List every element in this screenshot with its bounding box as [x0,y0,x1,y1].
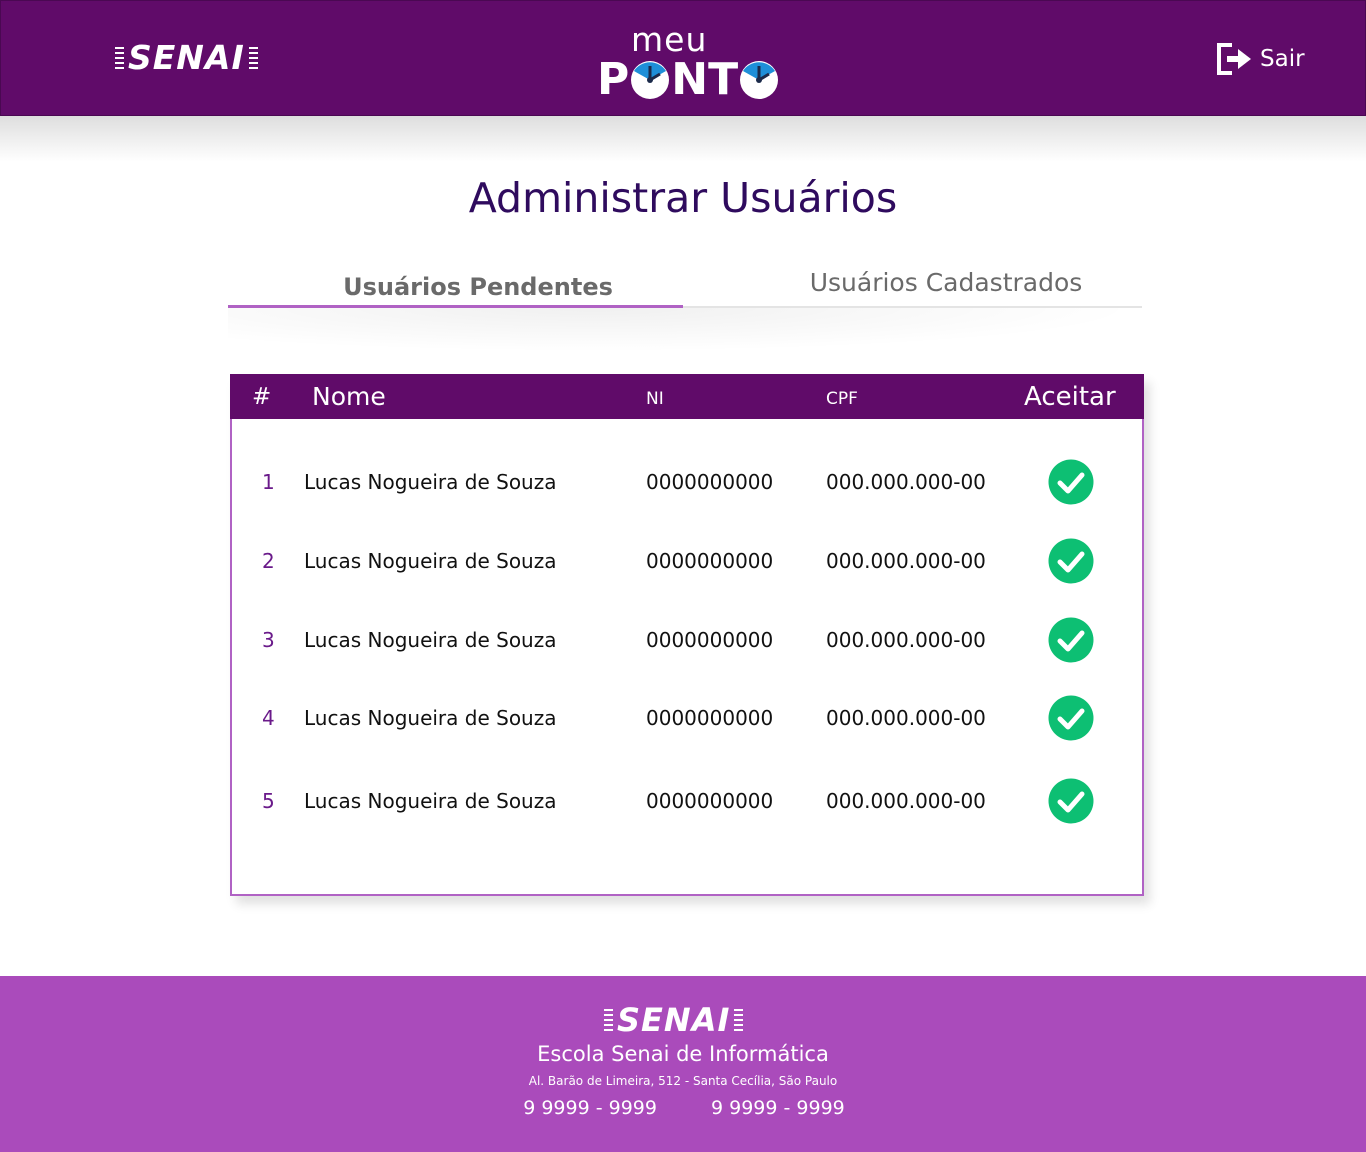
page-title: Administrar Usuários [468,174,898,222]
row-ni: 0000000000 [646,789,774,813]
table-header: # Nome NI CPF Aceitar [230,374,1144,419]
logo-meu-text: meu [631,20,708,59]
top-header: SENAI meu P NT Sair [0,0,1366,116]
tab-registered-users[interactable]: Usuários Cadastrados [748,258,1144,306]
logo-ponto-wordmark: P NT [597,57,780,103]
senai-logo-lines-right [734,1009,744,1031]
row-ni: 0000000000 [646,549,774,573]
senai-logo-lines-right [248,46,258,69]
column-header-aceitar: Aceitar [1024,381,1116,412]
clock-icon [740,61,779,99]
row-nome: Lucas Nogueira de Souza [304,470,557,494]
row-cpf: 000.000.000-00 [826,706,986,730]
row-index: 5 [262,789,275,813]
table-row: 3 Lucas Nogueira de Souza 0000000000 000… [232,610,1142,670]
footer-senai-logo-text: SENAI [617,1001,731,1039]
check-circle-icon [1048,459,1094,505]
logout-icon [1217,43,1251,75]
accept-user-button[interactable] [1048,538,1094,584]
table-row: 4 Lucas Nogueira de Souza 0000000000 000… [232,688,1142,748]
logo-letters-nt: NT [671,54,739,105]
row-nome: Lucas Nogueira de Souza [304,706,557,730]
logo-letter-p: P [597,54,630,105]
row-cpf: 000.000.000-00 [826,549,986,573]
tabs-shadow [228,308,1142,352]
senai-logo-lines-left [115,46,124,69]
footer-phone: 9 9999 - 9999 [711,1097,845,1119]
column-header-nome: Nome [312,382,386,411]
accept-user-button[interactable] [1048,695,1094,741]
row-ni: 0000000000 [646,628,774,652]
footer-phones: 9 9999 - 9999 9 9999 - 9999 [0,1097,1366,1119]
logout-button[interactable]: Sair [1216,42,1305,76]
footer-address: Al. Barão de Limeira, 512 - Santa Cecíli… [528,1074,838,1088]
column-header-index: # [252,383,272,410]
row-index: 4 [262,706,275,730]
accept-user-button[interactable] [1048,617,1094,663]
accept-user-button[interactable] [1048,778,1094,824]
user-tabs: Usuários Pendentes Usuários Cadastrados [228,258,1142,310]
table-row: 1 Lucas Nogueira de Souza 0000000000 000… [232,452,1142,512]
table-row: 5 Lucas Nogueira de Souza 0000000000 000… [232,771,1142,831]
row-cpf: 000.000.000-00 [826,470,986,494]
row-index: 1 [262,470,275,494]
senai-logo-lines-left [604,1009,613,1031]
row-nome: Lucas Nogueira de Souza [304,789,557,813]
row-ni: 0000000000 [646,470,774,494]
accept-user-button[interactable] [1048,459,1094,505]
clock-icon [631,61,670,99]
row-index: 3 [262,628,275,652]
check-circle-icon [1048,617,1094,663]
logout-label[interactable]: Sair [1260,46,1305,72]
column-header-ni: NI [646,388,664,409]
row-nome: Lucas Nogueira de Souza [304,628,557,652]
senai-logo-text: SENAI [128,38,245,77]
senai-logo: SENAI [115,41,258,74]
meu-ponto-logo: meu P NT [597,20,779,107]
row-cpf: 000.000.000-00 [826,789,986,813]
row-ni: 0000000000 [646,706,774,730]
row-index: 2 [262,549,275,573]
page-footer: SENAI Escola Senai de Informática Al. Ba… [0,976,1366,1152]
row-nome: Lucas Nogueira de Souza [304,549,557,573]
row-cpf: 000.000.000-00 [826,628,986,652]
check-circle-icon [1048,695,1094,741]
check-circle-icon [1048,778,1094,824]
table-row: 2 Lucas Nogueira de Souza 0000000000 000… [232,531,1142,591]
footer-phone: 9 9999 - 9999 [523,1097,657,1119]
header-shadow [0,116,1366,162]
footer-senai-logo: SENAI [604,1001,744,1039]
footer-school-name: Escola Senai de Informática [537,1042,829,1066]
tab-pending-users[interactable]: Usuários Pendentes [228,258,728,306]
column-header-cpf: CPF [826,388,858,409]
check-circle-icon [1048,538,1094,584]
pending-users-table: # Nome NI CPF Aceitar 1 Lucas Nogueira d… [230,374,1144,896]
